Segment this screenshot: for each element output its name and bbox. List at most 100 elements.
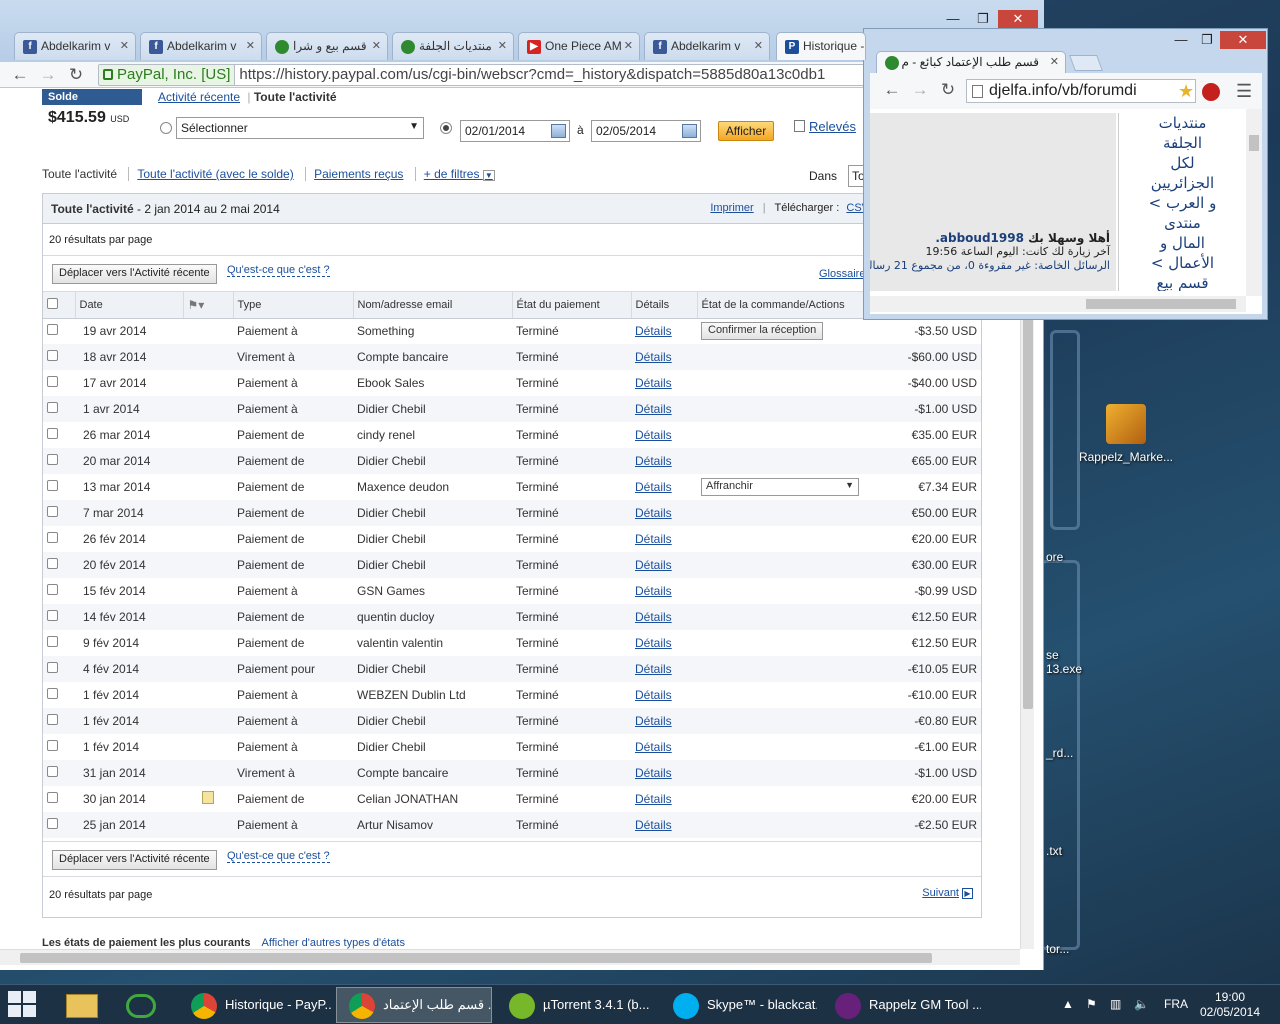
close-button[interactable]: ✕ xyxy=(1220,31,1266,49)
row-checkbox[interactable] xyxy=(47,506,58,517)
next-page-link[interactable]: Suivant ▶ xyxy=(922,887,973,899)
row-checkbox[interactable] xyxy=(47,766,58,777)
radio-period[interactable] xyxy=(160,122,172,134)
confirm-receipt-button[interactable]: Confirmer la réception xyxy=(701,322,824,341)
row-checkbox[interactable] xyxy=(47,350,58,361)
details-link[interactable]: Détails xyxy=(635,740,672,754)
radio-date-range[interactable] xyxy=(440,122,452,134)
results-per-page[interactable]: 20 résultats par page xyxy=(43,879,158,911)
details-link[interactable]: Détails xyxy=(635,688,672,702)
breadcrumb-line[interactable]: لكل xyxy=(1119,153,1246,173)
tab-close-icon[interactable]: ✕ xyxy=(498,39,507,52)
move-to-recent-button[interactable]: Déplacer vers l'Activité récente xyxy=(52,264,217,284)
tab-close-icon[interactable]: ✕ xyxy=(1050,55,1059,68)
rappelz-pin[interactable] xyxy=(118,988,164,1022)
row-checkbox[interactable] xyxy=(47,376,58,387)
details-link[interactable]: Détails xyxy=(635,532,672,546)
details-link[interactable]: Détails xyxy=(635,428,672,442)
minimize-button[interactable]: — xyxy=(1168,31,1194,49)
details-link[interactable]: Détails xyxy=(635,714,672,728)
breadcrumb-line[interactable]: الأعمال > xyxy=(1119,253,1246,273)
tab-close-icon[interactable]: ✕ xyxy=(754,39,763,52)
tab-facebook-1[interactable]: f Abdelkarim v ✕ xyxy=(14,32,136,60)
forward-arrow-icon[interactable]: → xyxy=(910,80,930,100)
row-checkbox[interactable] xyxy=(47,480,58,491)
menu-icon[interactable]: ☰ xyxy=(1236,81,1252,102)
start-button[interactable] xyxy=(8,991,38,1019)
forward-arrow-icon[interactable]: → xyxy=(38,65,58,85)
breadcrumb-line[interactable]: منتديات xyxy=(1119,113,1246,133)
other-states-link[interactable]: Afficher d'autres types d'états xyxy=(262,937,405,949)
row-checkbox[interactable] xyxy=(47,558,58,569)
period-select[interactable]: Sélectionner ▼ xyxy=(176,117,424,139)
ev-certificate-badge[interactable]: PayPal, Inc. [US] xyxy=(99,65,236,85)
details-link[interactable]: Détails xyxy=(635,636,672,650)
tab-djelfa-sale[interactable]: قسم بيع و شرا ✕ xyxy=(266,32,388,60)
shipping-action-select[interactable]: Affranchir ▼ xyxy=(701,478,859,496)
tab-facebook-2[interactable]: f Abdelkarim v ✕ xyxy=(140,32,262,60)
taskbar-item[interactable]: Skype™ - blackcat... xyxy=(660,987,818,1023)
network-icon[interactable]: ▥ xyxy=(1110,997,1121,1011)
row-checkbox[interactable] xyxy=(47,792,58,803)
details-link[interactable]: Détails xyxy=(635,610,672,624)
details-link[interactable]: Détails xyxy=(635,454,672,468)
breadcrumb-line[interactable]: الجزائريين xyxy=(1119,173,1246,193)
breadcrumb-line[interactable]: و العرب > xyxy=(1119,193,1246,213)
calendar-icon[interactable] xyxy=(682,124,697,138)
row-checkbox[interactable] xyxy=(47,324,58,336)
tab-close-icon[interactable]: ✕ xyxy=(246,39,255,52)
private-messages[interactable]: الرسائل الخاصة: غير مقروءة 0، من مجموع 2… xyxy=(870,259,1110,273)
tab-djelfa-forums[interactable]: منتديات الجلفة ✕ xyxy=(392,32,514,60)
details-link[interactable]: Détails xyxy=(635,662,672,676)
desktop-icon-rappelz[interactable]: Rappelz_Marke... xyxy=(1078,404,1174,464)
row-checkbox[interactable] xyxy=(47,454,58,465)
minimize-button[interactable]: — xyxy=(940,10,966,28)
row-checkbox[interactable] xyxy=(47,636,58,647)
details-link[interactable]: Détails xyxy=(635,584,672,598)
scrollbar-thumb[interactable] xyxy=(1086,299,1236,309)
tab-close-icon[interactable]: ✕ xyxy=(372,39,381,52)
select-all-checkbox[interactable] xyxy=(47,297,58,309)
results-per-page[interactable]: 20 résultats par page xyxy=(43,224,981,256)
address-bar[interactable]: djelfa.info/vb/forumdi xyxy=(966,79,1196,103)
row-checkbox[interactable] xyxy=(47,532,58,543)
breadcrumb-line[interactable]: المال و xyxy=(1119,233,1246,253)
language-indicator[interactable]: FRA xyxy=(1164,997,1188,1011)
vertical-scrollbar[interactable] xyxy=(1246,109,1262,296)
date-to-input[interactable]: 02/05/2014 xyxy=(591,120,701,142)
extension-icon[interactable] xyxy=(1202,83,1220,101)
tab-youtube[interactable]: ▶ One Piece AM ✕ xyxy=(518,32,640,60)
whats-this-link[interactable]: Qu'est-ce que c'est ? xyxy=(227,264,330,277)
col-flag[interactable]: ⚑▾ xyxy=(183,292,234,319)
details-link[interactable]: Détails xyxy=(635,818,672,832)
maximize-button[interactable]: ❐ xyxy=(970,10,996,28)
username-link[interactable]: abboud1998. xyxy=(935,231,1024,245)
link-recent-activity[interactable]: Activité récente xyxy=(158,90,240,104)
clock[interactable]: 19:00 02/05/2014 xyxy=(1190,990,1270,1020)
row-checkbox[interactable] xyxy=(47,584,58,595)
col-date[interactable]: Date xyxy=(75,292,184,319)
statements-link[interactable]: Relevés xyxy=(794,119,856,134)
horizontal-scrollbar[interactable] xyxy=(0,949,1020,965)
filter-tab-all-balance[interactable]: Toute l'activité (avec le solde) xyxy=(128,167,301,181)
taskbar-item[interactable]: قسم طلب الإعتماد ... xyxy=(336,987,492,1023)
tab-djelfa-seller[interactable]: قسم طلب الإعتماد كبائع - م ✕ xyxy=(876,51,1066,73)
taskbar-item[interactable]: Historique - PayP... xyxy=(178,987,332,1023)
row-checkbox[interactable] xyxy=(47,818,58,829)
details-link[interactable]: Détails xyxy=(635,558,672,572)
note-icon[interactable] xyxy=(202,791,214,804)
tab-facebook-3[interactable]: f Abdelkarim v ✕ xyxy=(644,32,770,60)
volume-icon[interactable]: 🔈 xyxy=(1134,997,1149,1011)
whats-this-link[interactable]: Qu'est-ce que c'est ? xyxy=(227,850,330,863)
row-checkbox[interactable] xyxy=(47,428,58,439)
reload-icon[interactable]: ↻ xyxy=(938,80,958,100)
taskbar-item[interactable]: Rappelz GM Tool ... xyxy=(822,987,982,1023)
details-link[interactable]: Détails xyxy=(635,792,672,806)
row-checkbox[interactable] xyxy=(47,610,58,621)
scrollbar-thumb[interactable] xyxy=(1023,314,1033,709)
row-checkbox[interactable] xyxy=(47,662,58,673)
tray-overflow-icon[interactable]: ▲ xyxy=(1062,997,1074,1011)
back-arrow-icon[interactable]: ← xyxy=(882,80,902,100)
breadcrumb-line[interactable]: قسم بيع xyxy=(1119,273,1246,291)
row-checkbox[interactable] xyxy=(47,688,58,699)
